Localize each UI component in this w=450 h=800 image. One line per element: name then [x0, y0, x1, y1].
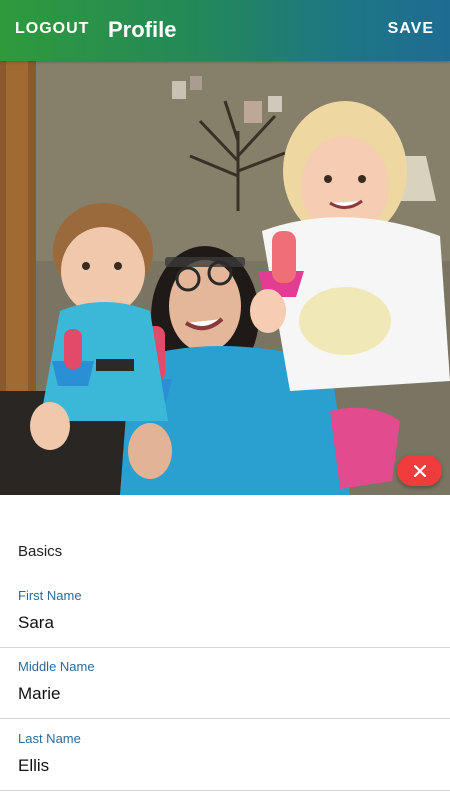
first-name-field[interactable]: First Name Sara — [0, 575, 450, 648]
last-name-label: Last Name — [18, 731, 81, 746]
profile-photo[interactable] — [0, 61, 450, 495]
first-name-label: First Name — [18, 588, 82, 603]
app-bar: LOGOUT Profile SAVE — [0, 0, 450, 61]
profile-form: Basics First Name Sara Middle Name Marie… — [0, 495, 450, 800]
middle-name-field[interactable]: Middle Name Marie — [0, 646, 450, 719]
remove-photo-button[interactable] — [397, 455, 442, 486]
middle-name-input[interactable]: Marie — [18, 684, 438, 704]
section-heading-basics: Basics — [18, 543, 63, 560]
profile-photo-illustration — [0, 61, 450, 495]
page-title: Profile — [108, 17, 177, 42]
save-button[interactable]: SAVE — [388, 20, 434, 38]
first-name-input[interactable]: Sara — [18, 613, 438, 633]
last-name-field[interactable]: Last Name Ellis — [0, 718, 450, 791]
last-name-input[interactable]: Ellis — [18, 756, 438, 776]
logout-button[interactable]: LOGOUT — [15, 20, 89, 38]
profile-screen: LOGOUT Profile SAVE Basics First Name Sa… — [0, 0, 450, 800]
middle-name-label: Middle Name — [18, 659, 95, 674]
close-icon — [413, 464, 426, 477]
